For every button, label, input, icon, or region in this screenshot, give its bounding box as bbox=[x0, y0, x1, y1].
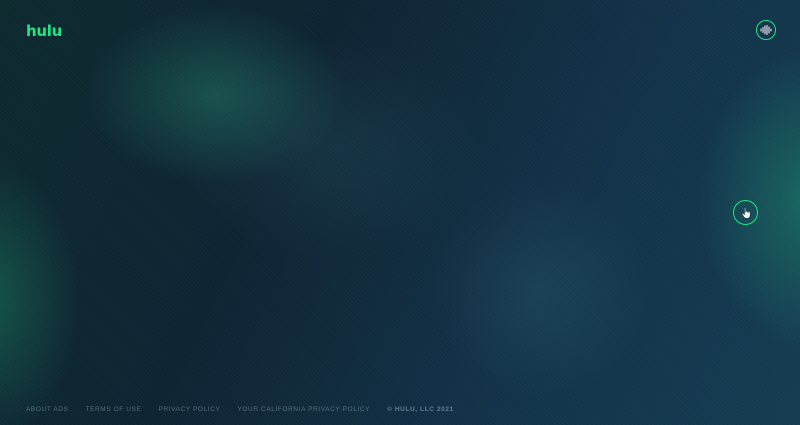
background-texture bbox=[0, 0, 800, 425]
pointer-hand-icon bbox=[741, 207, 750, 218]
footer: ABOUT ADS TERMS OF USE PRIVACY POLICY YO… bbox=[26, 406, 454, 413]
footer-link-california-privacy-policy[interactable]: YOUR CALIFORNIA PRIVACY POLICY bbox=[237, 406, 370, 413]
sound-wave-icon bbox=[760, 25, 772, 35]
audio-toggle-button[interactable] bbox=[756, 20, 776, 40]
footer-copyright: © HULU, LLC 2021 bbox=[387, 406, 454, 413]
page: hulu ABOUT ADS TERMS OF USE PRIVACY POLI… bbox=[0, 0, 800, 425]
footer-link-terms-of-use[interactable]: TERMS OF USE bbox=[86, 406, 142, 413]
footer-link-about-ads[interactable]: ABOUT ADS bbox=[26, 406, 69, 413]
footer-link-privacy-policy[interactable]: PRIVACY POLICY bbox=[158, 406, 220, 413]
hulu-logo[interactable]: hulu bbox=[26, 22, 62, 40]
cursor-indicator-button[interactable] bbox=[733, 200, 758, 225]
